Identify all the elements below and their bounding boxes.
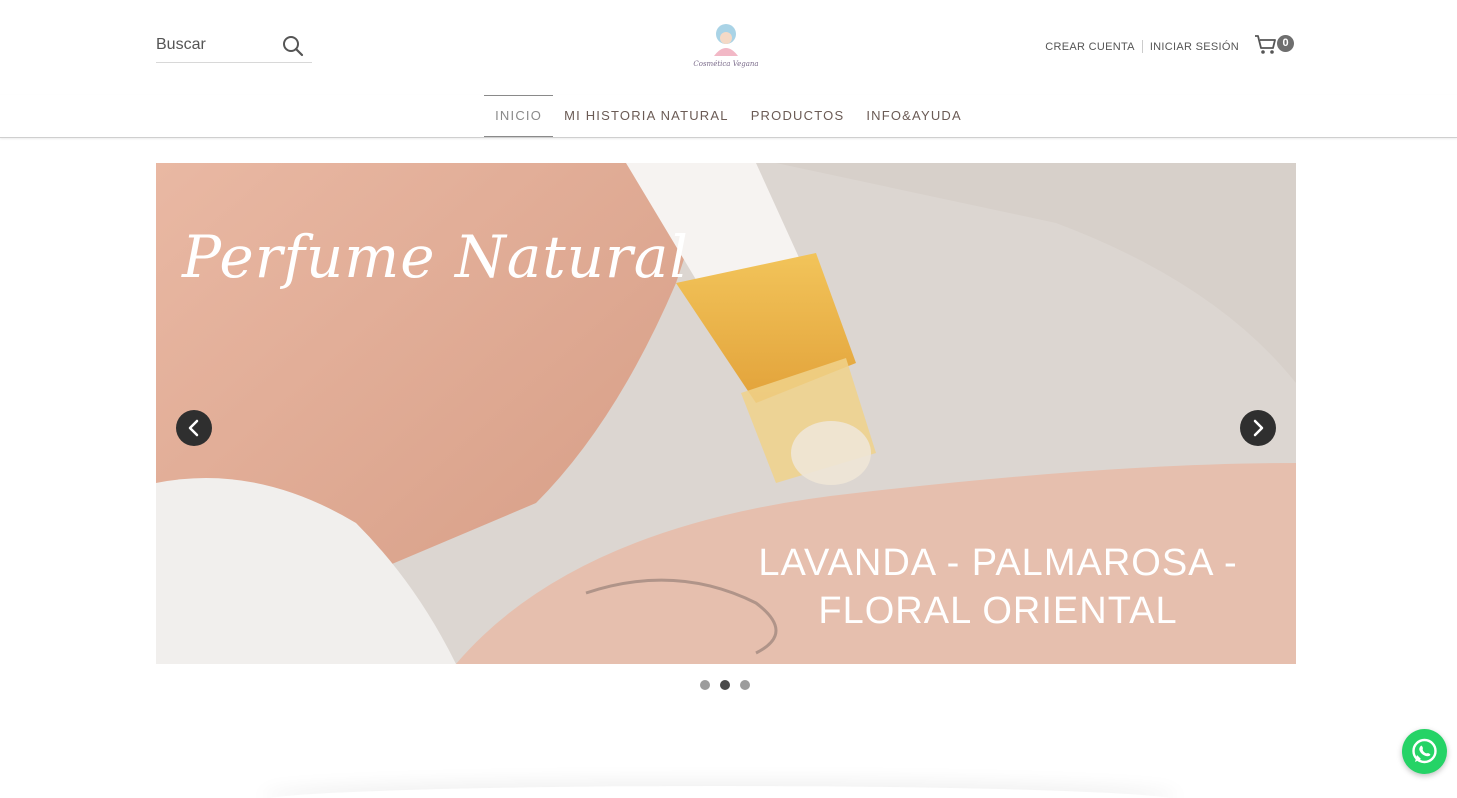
slider-dot-2[interactable] — [720, 680, 730, 690]
whatsapp-icon — [1412, 738, 1437, 764]
slide-subtitle: LAVANDA - PALMAROSA - FLORAL ORIENTAL — [748, 539, 1248, 635]
account-links: CREAR CUENTA INICIAR SESIÓN — [1045, 40, 1239, 53]
slide-subtitle-line-2: FLORAL ORIENTAL — [818, 590, 1178, 632]
nav-item-mi-historia-natural[interactable]: MI HISTORIA NATURAL — [553, 95, 740, 137]
nav-item-productos[interactable]: PRODUCTOS — [740, 95, 856, 137]
nav-item-info-ayuda[interactable]: INFO&AYUDA — [855, 95, 973, 137]
cart-button[interactable]: 0 — [1254, 34, 1296, 56]
search-bar — [156, 26, 312, 63]
cart-count-badge: 0 — [1277, 35, 1294, 52]
search-input[interactable] — [156, 32, 276, 58]
slide-subtitle-line-1: LAVANDA - PALMAROSA - — [758, 542, 1238, 584]
slider-dot-3[interactable] — [740, 680, 750, 690]
nav-item-inicio[interactable]: INICIO — [484, 95, 554, 137]
slider-pagination — [700, 680, 750, 690]
whatsapp-button[interactable] — [1402, 729, 1447, 774]
cart-icon — [1255, 35, 1276, 54]
login-link[interactable]: INICIAR SESIÓN — [1150, 41, 1239, 53]
svg-text:Cosmética Vegana: Cosmética Vegana — [693, 60, 758, 68]
site-logo[interactable]: Cosmética Vegana — [692, 10, 760, 78]
search-icon[interactable] — [282, 35, 304, 57]
hero-slider: Perfume Natural LAVANDA - PALMAROSA - FL… — [156, 163, 1296, 664]
section-divider — [260, 786, 1180, 798]
slider-dot-1[interactable] — [700, 680, 710, 690]
chevron-right-icon — [1253, 419, 1264, 437]
chevron-left-icon — [188, 419, 199, 437]
slider-prev-button[interactable] — [176, 410, 212, 446]
main-nav: INICIO MI HISTORIA NATURAL PRODUCTOS INF… — [0, 95, 1457, 138]
slider-next-button[interactable] — [1240, 410, 1276, 446]
divider — [1141, 40, 1143, 53]
slide-title: Perfume Natural — [182, 223, 689, 291]
create-account-link[interactable]: CREAR CUENTA — [1045, 41, 1135, 53]
